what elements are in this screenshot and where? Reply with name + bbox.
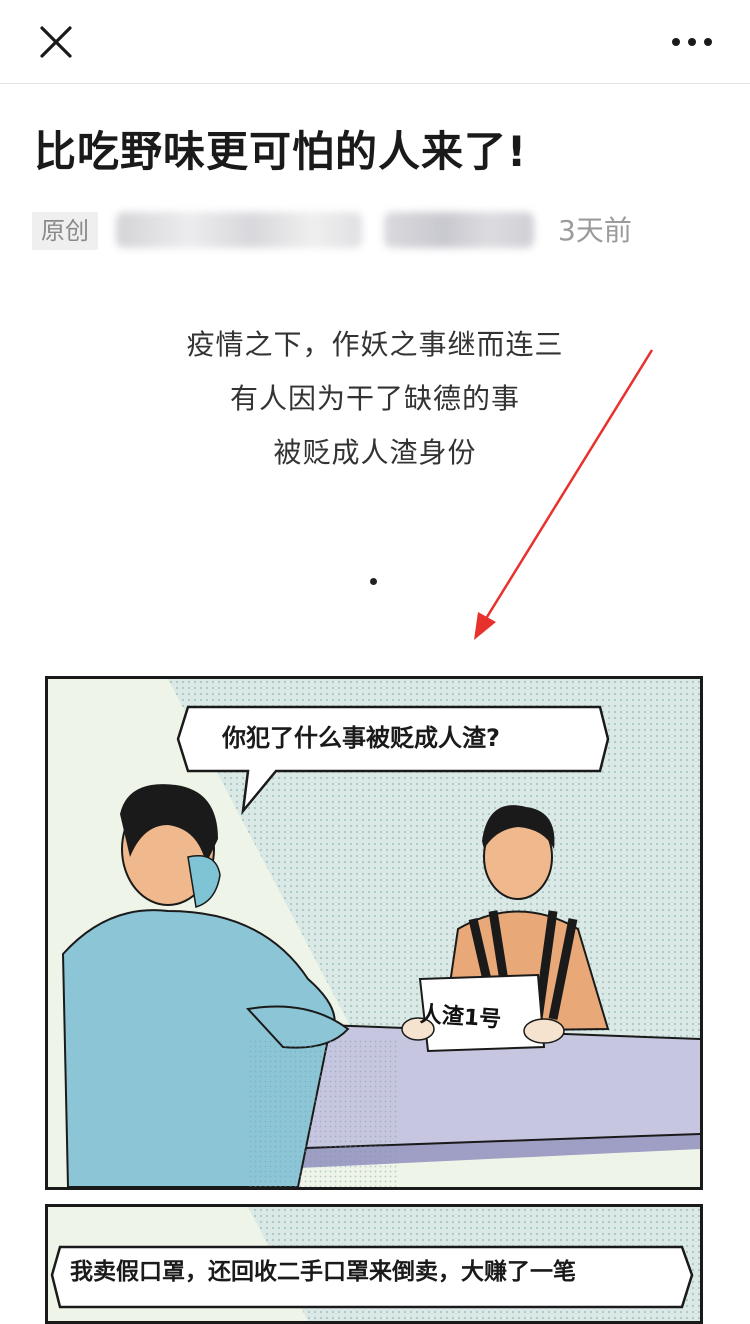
blurred-account-name[interactable] [384, 212, 534, 248]
close-button[interactable] [36, 22, 76, 62]
comic-illustration-interrogation [48, 679, 700, 1187]
close-icon [40, 26, 72, 58]
intro-line: 有人因为干了缺德的事 [229, 382, 520, 415]
publish-time: 3天前 [558, 214, 632, 247]
intro-line: 疫情之下，作妖之事继而连三 [186, 328, 564, 361]
more-button[interactable] [670, 22, 714, 62]
intro-line: 被贬成人渣身份 [273, 436, 477, 469]
more-dots-icon [672, 38, 712, 46]
top-nav-bar [0, 0, 750, 84]
comic-panel-1[interactable]: 你犯了什么事被贬成人渣? 人渣1号 [45, 676, 703, 1190]
article-title: 比吃野味更可怕的人来了! [34, 127, 528, 176]
speech-bubble-question: 你犯了什么事被贬成人渣? [222, 724, 500, 752]
article-meta: 原创 3天前 [32, 210, 722, 252]
comic-panel-2[interactable]: 我卖假口罩，还回收二手口罩来倒卖，大赚了一笔 [45, 1204, 703, 1324]
intro-text: 疫情之下，作妖之事继而连三 有人因为干了缺德的事 被贬成人渣身份 [0, 318, 750, 480]
sign-label: 人渣1号 [419, 1002, 502, 1033]
separator-dot [370, 578, 377, 585]
speech-bubble-answer: 我卖假口罩，还回收二手口罩来倒卖，大赚了一笔 [70, 1259, 576, 1285]
original-badge: 原创 [32, 212, 98, 250]
blurred-author-name[interactable] [116, 212, 362, 248]
